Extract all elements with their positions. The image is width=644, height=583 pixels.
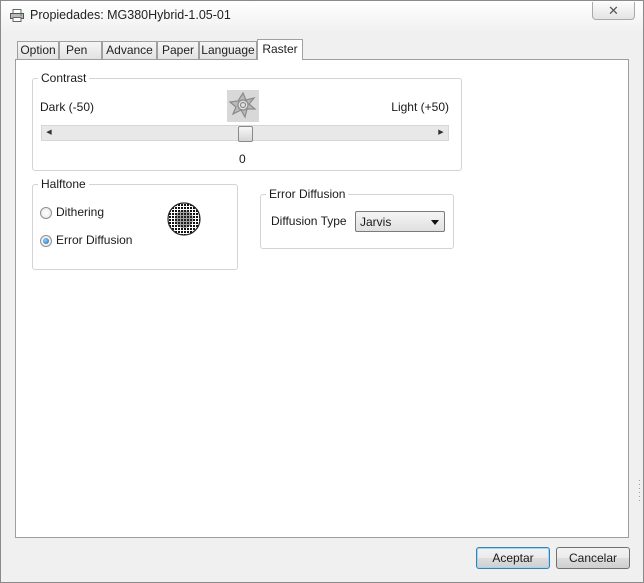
raster-tab-panel: Contrast Dark (-50) Light (+50) ◀ ▶ 0 Ha…: [15, 59, 629, 538]
slider-left-arrow-icon[interactable]: ◀: [43, 127, 55, 139]
contrast-light-label: Light (+50): [391, 100, 449, 114]
contrast-preview-icon: [227, 90, 259, 122]
error-diffusion-group-label: Error Diffusion: [266, 187, 349, 201]
error-diffusion-label[interactable]: Error Diffusion: [56, 233, 132, 247]
contrast-value: 0: [239, 152, 246, 166]
contrast-group-label: Contrast: [38, 71, 90, 85]
contrast-group: Contrast Dark (-50) Light (+50) ◀ ▶ 0: [32, 71, 462, 171]
printer-icon: [10, 9, 24, 22]
contrast-dark-label: Dark (-50): [40, 100, 95, 114]
close-button[interactable]: ✕: [592, 2, 635, 20]
title-bar: Propiedades: MG380Hybrid-1.05-01 ✕: [1, 1, 643, 31]
slider-right-arrow-icon[interactable]: ▶: [435, 127, 447, 139]
cancel-button[interactable]: Cancelar: [556, 547, 630, 569]
tab-paper[interactable]: Paper: [157, 41, 199, 59]
diffusion-type-label: Diffusion Type: [271, 214, 347, 228]
diffusion-type-select[interactable]: Jarvis: [355, 211, 445, 232]
tab-raster[interactable]: Raster: [257, 39, 303, 60]
error-diffusion-group: Error Diffusion Diffusion Type Jarvis: [260, 187, 454, 249]
tab-advance[interactable]: Advance: [102, 41, 157, 59]
halftone-preview-icon: [167, 202, 201, 236]
tab-language[interactable]: Language: [199, 41, 257, 59]
error-diffusion-radio[interactable]: [40, 235, 52, 247]
chevron-down-icon: [431, 220, 439, 225]
dithering-radio[interactable]: [40, 207, 52, 219]
halftone-group: Halftone Dithering Error Diffusion: [32, 177, 238, 270]
contrast-slider-thumb[interactable]: [237, 126, 253, 142]
dithering-label[interactable]: Dithering: [56, 205, 104, 219]
accept-button[interactable]: Aceptar: [476, 547, 550, 569]
close-icon: ✕: [608, 3, 619, 18]
tab-pen[interactable]: Pen: [59, 41, 102, 59]
properties-dialog: Propiedades: MG380Hybrid-1.05-01 ✕ Optio…: [0, 0, 644, 583]
contrast-slider[interactable]: ◀ ▶: [41, 125, 449, 142]
diffusion-type-value: Jarvis: [360, 215, 392, 229]
window-title: Propiedades: MG380Hybrid-1.05-01: [30, 8, 231, 22]
tab-option[interactable]: Option: [17, 41, 59, 59]
halftone-group-label: Halftone: [38, 177, 89, 191]
window-edge-grip-icon: [639, 480, 640, 501]
